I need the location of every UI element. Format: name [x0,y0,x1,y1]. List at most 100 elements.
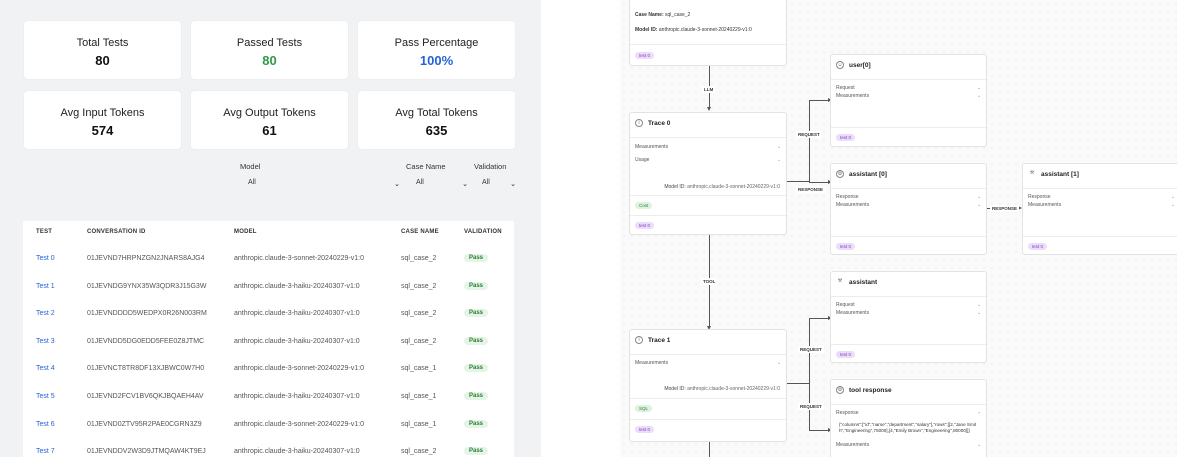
chevron-down-icon[interactable]: ⌄ [977,85,981,91]
edge-label-response-2: RESPONSE [990,205,1020,212]
conversation-id-cell: 01JEVNDDDD5WEDPX0R26N003RM [87,310,207,318]
test-tag: test 0 [836,243,856,250]
chevron-up-icon[interactable]: ⌄ [977,410,981,416]
case-name-cell: sql_case_2 [401,255,437,262]
response-row[interactable]: Response [1028,194,1051,200]
test-link[interactable]: Test 1 [36,283,55,290]
model-cell: anthropic.claude-3-sonnet-20240229-v1:0 [234,255,364,262]
node-title: assistant [849,279,878,286]
conversation-id-cell: 01JEVND7HRPNZGN2JNARS8AJG4 [87,255,205,262]
chevron-down-icon: ⌄ [510,181,516,188]
conversation-id-cell: 01JEVNDG9YNX35W3QDR3J15G3W [87,282,207,290]
case-name-filter-label: Case Name [406,162,446,171]
measurements-row[interactable]: Measurements [635,144,668,150]
stat-label: Passed Tests [236,37,303,49]
case-name-cell: sql_case_1 [401,365,437,373]
chevron-down-icon[interactable]: ⌄ [977,93,981,99]
table-row[interactable]: Test 1 01JEVNDG9YNX35W3QDR3J15G3W anthro… [23,276,514,304]
bot-icon: ⚙ [836,170,844,178]
case-name-select[interactable]: All ⌄ [406,179,468,195]
test-link[interactable]: Test 5 [36,393,55,400]
case-info-node[interactable]: Case Name: sql_case_2 Model ID: anthropi… [629,0,787,66]
status-badge: Pass [464,254,489,262]
node-title: assistant [1] [1041,171,1079,178]
case-name-cell: sql_case_2 [401,310,437,318]
divider [831,127,986,128]
measurements-row[interactable]: Measurements [836,93,869,99]
chevron-down-icon[interactable]: ⌄ [977,310,981,316]
stat-card-avg-input-tokens: Avg Input Tokens 574 [24,91,181,149]
column-header-conversation-id: CONVERSATION ID [87,229,146,235]
measurements-row[interactable]: Measurements [836,442,869,448]
assistant-1-node[interactable]: ⚒ assistant [1] Response ⌄ Measurements … [1022,163,1177,255]
chevron-down-icon[interactable]: ⌄ [977,302,981,308]
divider [630,354,786,355]
validation-select-value: All [482,179,490,186]
request-row[interactable]: Request [836,85,855,91]
table-row[interactable]: Test 5 01JEVND2FCV1BV6QKJBQAEH4AV anthro… [23,386,514,414]
response-row[interactable]: Response [836,410,859,416]
conversation-id-cell: 01JEVND2FCV1BV6QKJBQAEH4AV [87,393,204,400]
usage-row[interactable]: Usage [635,157,649,163]
chevron-down-icon[interactable]: ⌄ [977,194,981,200]
wrench-icon: ⚒ [1029,170,1035,176]
chevron-down-icon[interactable]: ⌄ [977,442,981,448]
test-link[interactable]: Test 2 [36,310,55,317]
test-tag: test 0 [1028,243,1048,250]
user-icon: ☺ [836,61,844,69]
table-row[interactable]: Test 2 01JEVNDDDD5WEDPX0R26N003RM anthro… [23,303,514,331]
test-link[interactable]: Test 6 [36,421,55,428]
table-row[interactable]: Test 6 01JEVND0ZTV95R2PAE0CGRN3Z9 anthro… [23,414,514,442]
chevron-down-icon[interactable]: ⌄ [777,360,781,366]
request-row[interactable]: Request [836,302,855,308]
table-row[interactable]: Test 4 01JEVNCT8TR8DF13XJBWC0W7H0 anthro… [23,358,514,386]
test-tag: test 0 [836,351,856,358]
tool-response-node[interactable]: ⚙ tool response Response ⌄ {"columns":["… [830,379,987,457]
assistant-0-node[interactable]: ⚙ assistant [0] Response ⌄ Measurements … [830,163,987,255]
measurements-row[interactable]: Measurements [836,310,869,316]
chevron-down-icon[interactable]: ⌄ [1171,202,1175,208]
divider [630,44,786,45]
user-0-node[interactable]: ☺ user[0] Request ⌄ Measurements ⌄ test … [830,54,987,147]
cost-tag: Cost [635,202,653,209]
chevron-down-icon[interactable]: ⌄ [777,144,781,150]
chevron-down-icon[interactable]: ⌄ [1171,194,1175,200]
test-link[interactable]: Test 3 [36,338,55,345]
table-row[interactable]: Test 3 01JEVNDD5DG0EDD5FEE0Z8JTMC anthro… [23,331,514,359]
info-icon: i [635,336,643,344]
edge-trace1-vertical [809,318,810,430]
divider [831,188,986,189]
model-filter: Model All ⌄ [240,162,400,195]
stat-value: 574 [91,123,114,138]
validation-select[interactable]: All ⌄ [474,179,516,195]
measurements-row[interactable]: Measurements [635,360,668,366]
model-id-value: anthropic.claude-3-sonnet-20240229-v1:0 [687,386,780,392]
stat-card-avg-total-tokens: Avg Total Tokens 635 [358,91,515,149]
model-cell: anthropic.claude-3-haiku-20240307-v1:0 [234,393,360,400]
table-row[interactable]: Test 0 01JEVND7HRPNZGN2JNARS8AJG4 anthro… [23,248,514,276]
edge-label-request-3: REQUEST [798,403,824,410]
test-link[interactable]: Test 4 [36,365,55,372]
assistant-node[interactable]: ⚒ assistant Request ⌄ Measurements ⌄ tes… [830,271,987,363]
trace-graph-canvas[interactable]: LLM TOOL REQUEST RESPONSE RESPONSE REQUE… [620,0,1177,457]
model-select[interactable]: All ⌄ [240,179,400,195]
chevron-down-icon[interactable]: ⌄ [777,157,781,163]
trace-0-node[interactable]: i Trace 0 Measurements ⌄ Usage ⌄ Model I… [629,112,787,235]
test-link[interactable]: Test 0 [36,255,55,262]
column-header-model: MODEL [234,229,257,235]
test-tag: test 0 [836,134,856,141]
response-row[interactable]: Response [836,194,859,200]
trace-1-node[interactable]: i Trace 1 Measurements ⌄ Model ID: anthr… [629,329,787,442]
table-row[interactable]: Test 7 01JEVNDDV2W3D9JTMQAW4KT9EJ anthro… [23,441,514,457]
chevron-down-icon: ⌄ [462,181,468,188]
test-tag: test 0 [635,52,655,59]
measurements-row[interactable]: Measurements [836,202,869,208]
model-id-value: anthropic.claude-3-sonnet-20240229-v1:0 [658,27,752,33]
chevron-down-icon[interactable]: ⌄ [977,202,981,208]
stat-card-passed-tests: Passed Tests 80 [191,21,348,79]
case-name-cell: sql_case_1 [401,393,437,400]
measurements-row[interactable]: Measurements [1028,202,1061,208]
test-link[interactable]: Test 7 [36,448,55,455]
stat-value: 635 [425,123,448,138]
edge-label-response: RESPONSE [796,186,826,193]
